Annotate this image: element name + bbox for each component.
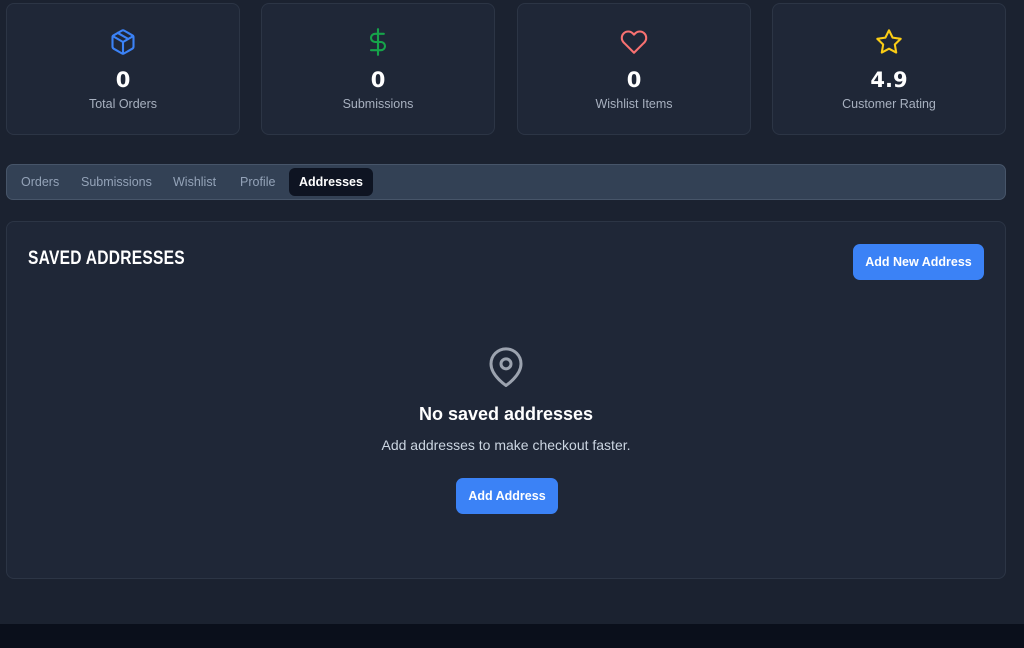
stat-label: Submissions [342, 97, 414, 111]
map-pin-icon [486, 346, 526, 390]
stat-label: Total Orders [88, 97, 158, 111]
tab-submissions[interactable]: Submissions [71, 168, 162, 196]
add-address-button[interactable]: Add Address [456, 478, 558, 514]
stat-label: Wishlist Items [595, 97, 673, 111]
stat-label: Customer Rating [842, 97, 936, 111]
tab-addresses[interactable]: Addresses [289, 168, 373, 196]
panel-title: Saved Addresses [28, 248, 185, 269]
stat-value: 4.9 [870, 68, 908, 92]
stats-row: 0 Total Orders 0 Submissions 0 Wishlist … [6, 3, 1006, 135]
package-icon [109, 28, 137, 56]
stat-card-total-orders: 0 Total Orders [6, 3, 240, 135]
tab-bar: Orders Submissions Wishlist Profile Addr… [6, 164, 1006, 200]
add-new-address-button[interactable]: Add New Address [853, 244, 984, 280]
stat-value: 0 [370, 68, 386, 92]
tab-profile[interactable]: Profile [230, 168, 285, 196]
stat-card-wishlist: 0 Wishlist Items [517, 3, 751, 135]
stat-value: 0 [115, 68, 131, 92]
stat-card-submissions: 0 Submissions [261, 3, 495, 135]
heart-icon [620, 28, 648, 56]
tab-orders[interactable]: Orders [11, 168, 69, 196]
addresses-panel: Saved Addresses Add New Address No saved… [6, 221, 1006, 579]
footer-bar [0, 624, 1024, 648]
stat-card-rating: 4.9 Customer Rating [772, 3, 1006, 135]
stat-value: 0 [626, 68, 642, 92]
star-icon [875, 28, 903, 56]
empty-state-title: No saved addresses [418, 404, 594, 424]
tab-wishlist[interactable]: Wishlist [163, 168, 226, 196]
dollar-icon [364, 28, 392, 56]
empty-state-text: Add addresses to make checkout faster. [381, 437, 631, 453]
